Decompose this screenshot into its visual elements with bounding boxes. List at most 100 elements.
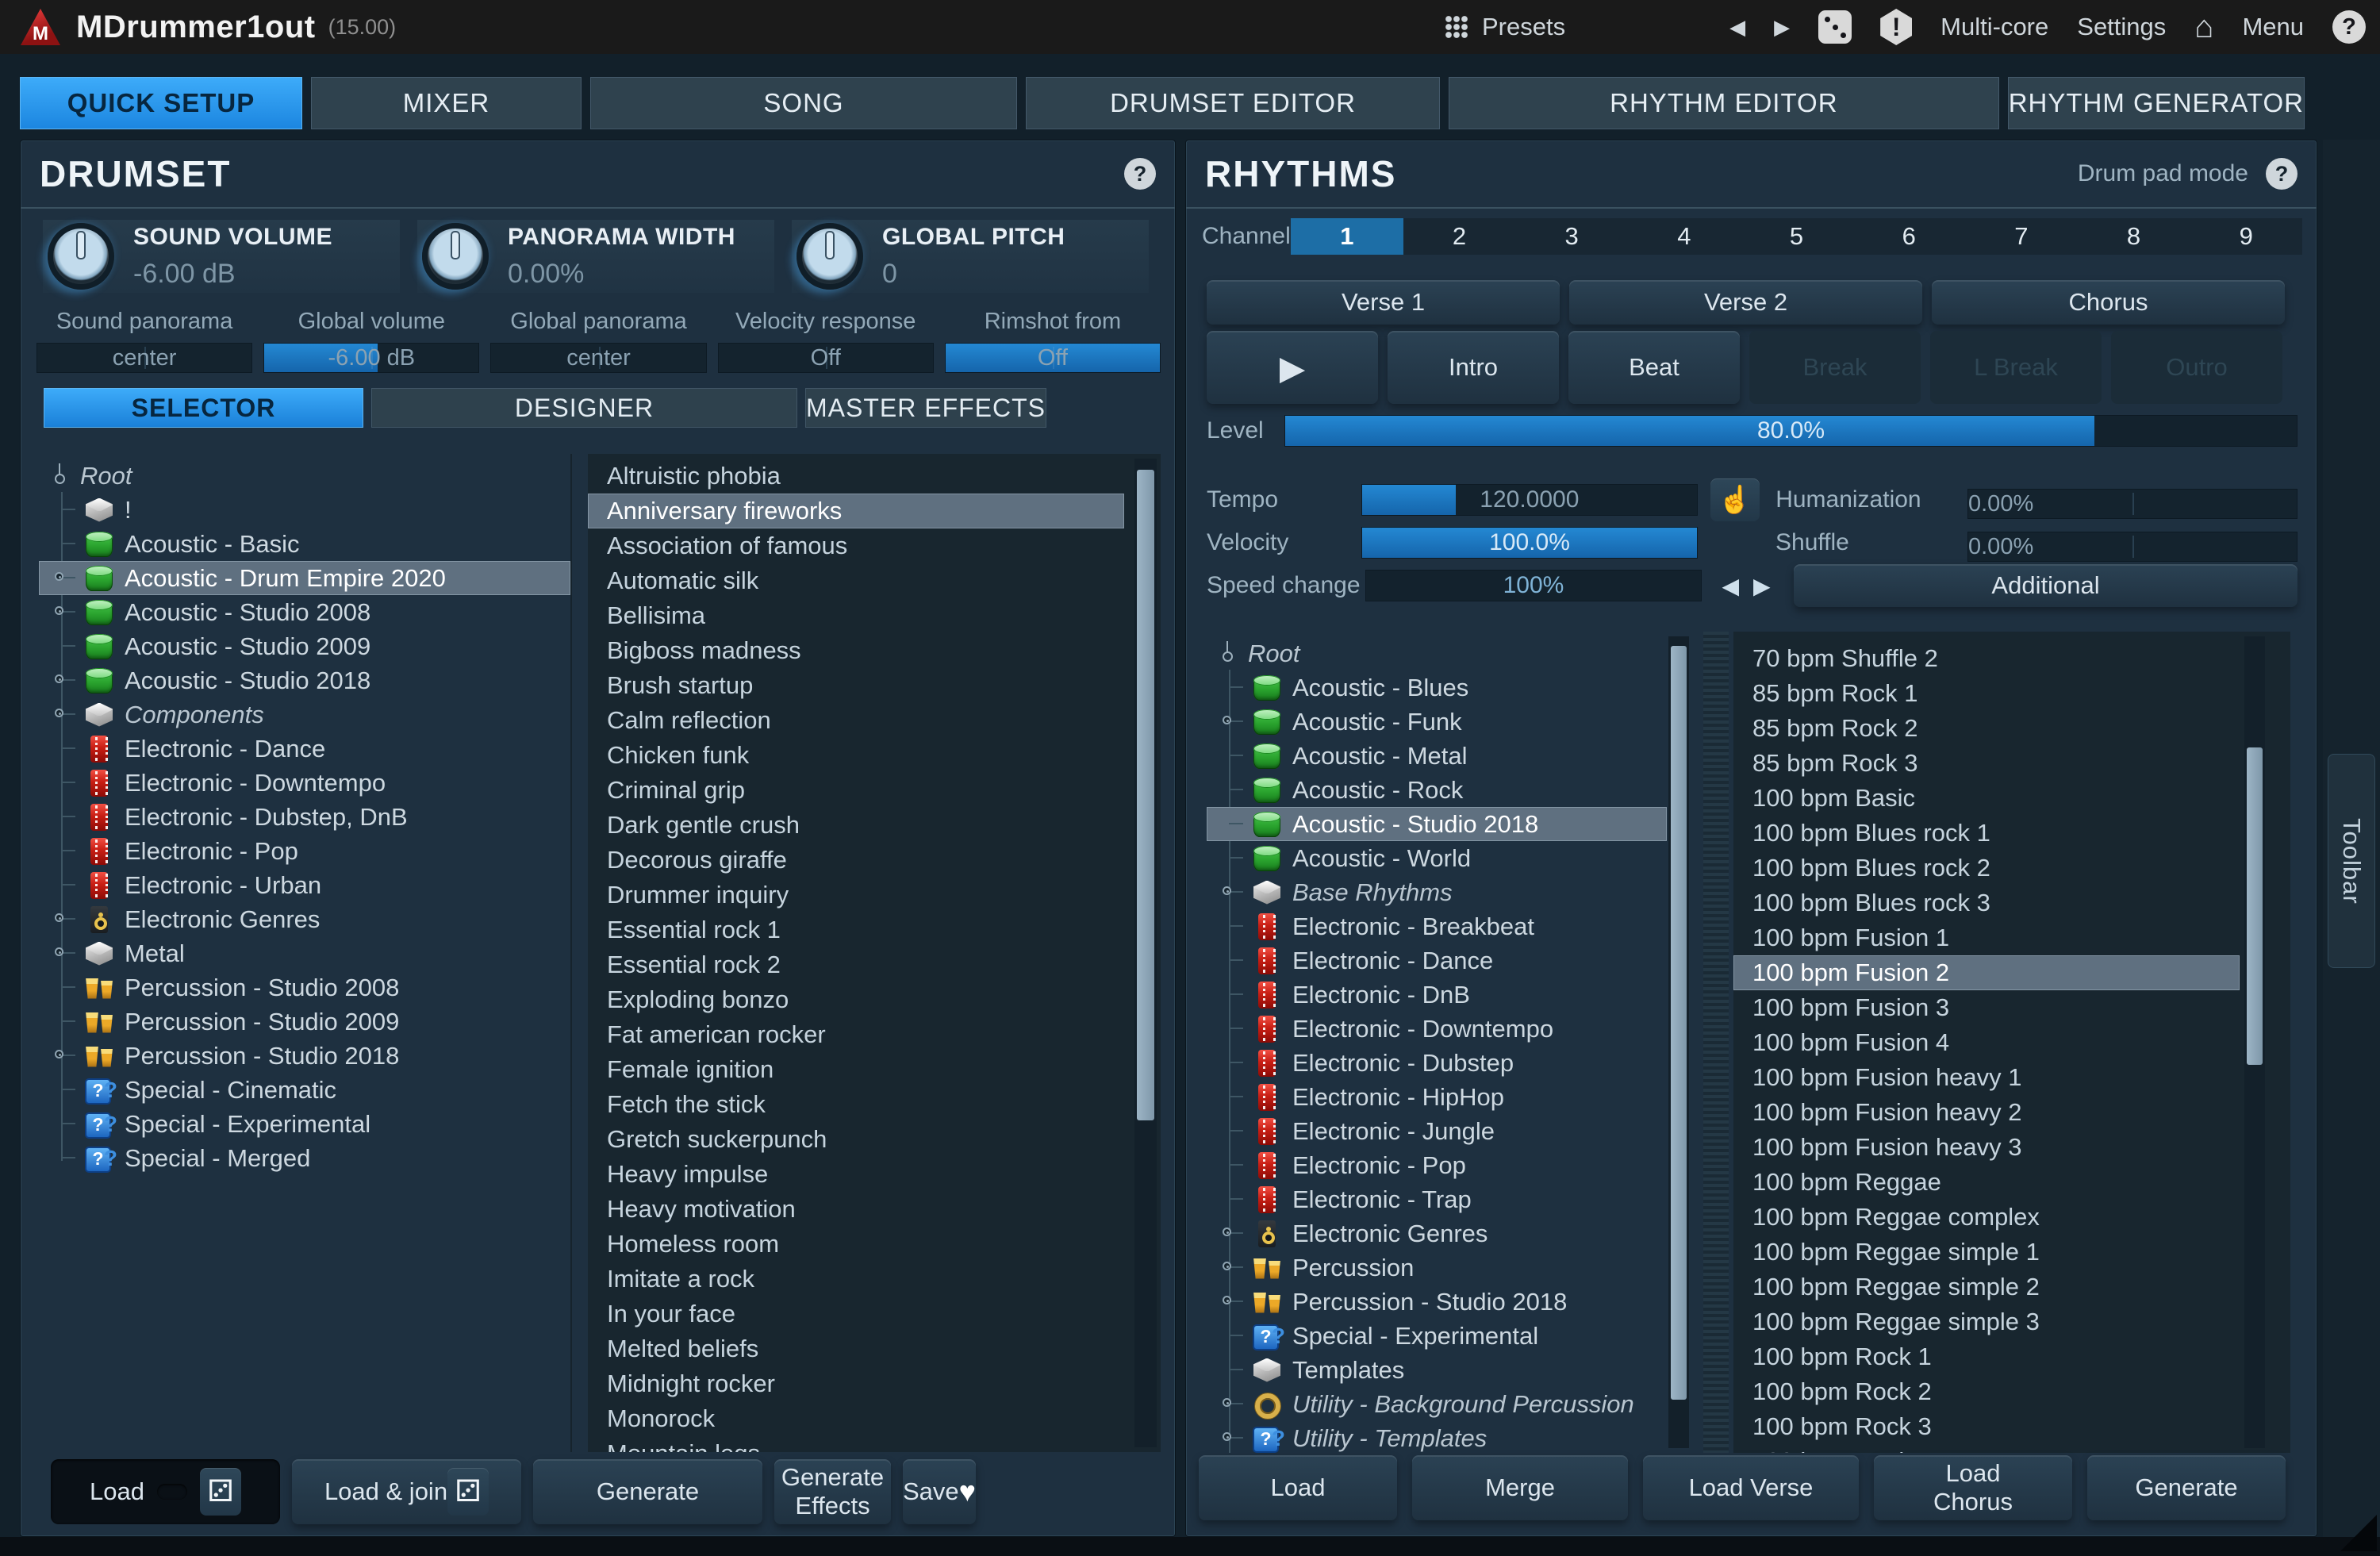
list-item[interactable]: 100 bpm Reggae [1733,1165,2240,1200]
level-slider[interactable]: 80.0% [1284,415,2297,447]
list-item[interactable]: Dark gentle crush [588,808,1124,843]
list-item[interactable]: Melted beliefs [588,1331,1124,1366]
additional-button[interactable]: Additional [1794,564,2297,607]
list-item[interactable]: Female ignition [588,1052,1124,1087]
list-item[interactable]: Fetch the stick [588,1087,1124,1122]
tree-item[interactable]: Acoustic - Blues [1207,670,1667,705]
channel-button[interactable]: 5 [1741,218,1853,255]
tree-item[interactable]: Electronic - Dance [1207,943,1667,978]
scrollbar-thumb[interactable] [2247,747,2263,1065]
expander-icon[interactable] [55,674,63,683]
list-item[interactable]: Criminal grip [588,773,1124,808]
heart-icon[interactable]: ♥ [959,1475,976,1508]
param-field[interactable]: -6.00 dB [263,343,479,373]
list-item[interactable]: 100 bpm Blues rock 3 [1733,886,2240,920]
tree-item[interactable]: Percussion - Studio 2008 [39,970,570,1005]
tree-item[interactable]: Electronic - Pop [1207,1148,1667,1182]
tree-item[interactable]: Acoustic - Studio 2009 [39,629,570,663]
expander-icon[interactable] [1223,1262,1231,1270]
list-item[interactable]: Drummer inquiry [588,878,1124,912]
tab[interactable]: RHYTHM EDITOR [1449,77,1999,129]
tree-item[interactable]: Electronic Genres [39,902,570,936]
knob-control[interactable] [797,223,863,290]
speed-next-button[interactable]: ▶ [1753,573,1771,599]
tree-item[interactable]: Acoustic - Rock [1207,773,1667,807]
part-button[interactable]: Intro [1388,331,1559,404]
list-item[interactable]: 100 bpm Fusion heavy 1 [1733,1060,2240,1095]
list-item[interactable]: 100 bpm Reggae simple 1 [1733,1235,2240,1270]
menu-button[interactable]: Menu [2242,13,2304,41]
list-item[interactable]: Gretch suckerpunch [588,1122,1124,1157]
expander-icon[interactable] [1223,716,1231,724]
part-button[interactable]: Outro [2111,331,2282,404]
list-item[interactable]: Association of famous [588,528,1124,563]
list-item[interactable]: Brush startup [588,668,1124,703]
drum-pad-mode-label[interactable]: Drum pad mode [2078,160,2248,187]
expander-icon[interactable] [1223,1296,1231,1304]
scrollbar-thumb[interactable] [1671,646,1687,1400]
multicore-button[interactable]: Multi-core [1940,13,2048,41]
expander-icon[interactable] [1223,886,1231,895]
action-button[interactable]: Generate [2087,1455,2286,1520]
expander-icon[interactable] [55,947,63,956]
tree-item[interactable]: Acoustic - Studio 2008 [39,595,570,629]
tree-item[interactable]: Acoustic - Studio 2018 [1207,807,1667,841]
toolbar-tab[interactable]: Toolbar [2328,754,2375,968]
tree-item[interactable]: Components [39,697,570,732]
action-button[interactable]: Load & join ⚂ [292,1459,521,1524]
rhythms-help-icon[interactable]: ? [2266,158,2297,190]
action-button[interactable]: Generate Effects [774,1459,891,1524]
action-button[interactable]: Load [1199,1455,1397,1520]
list-item[interactable]: Automatic silk [588,563,1124,598]
tree-item[interactable]: Electronic - HipHop [1207,1080,1667,1114]
tree-item[interactable]: Acoustic - World [1207,841,1667,875]
list-item[interactable]: Monorock [588,1401,1124,1436]
list-item[interactable]: 70 bpm Shuffle 2 [1733,641,2240,676]
presets-menu[interactable]: Presets [1445,13,1565,41]
channel-button[interactable]: 1 [1291,218,1403,255]
tree-item[interactable]: Electronic - Dance [39,732,570,766]
part-button[interactable]: Beat [1568,331,1740,404]
tree-item[interactable]: Root [39,459,570,493]
channel-button[interactable]: 7 [1965,218,2078,255]
list-item[interactable]: 100 bpm Reggae complex [1733,1200,2240,1235]
humanization-field[interactable]: 0.00% [1967,489,2297,519]
channel-button[interactable]: 3 [1515,218,1628,255]
settings-button[interactable]: Settings [2077,13,2166,41]
speed-change-field[interactable]: 100% [1365,570,1702,601]
section-button[interactable]: Chorus [1932,280,2285,325]
list-item[interactable]: 100 bpm Reggae simple 3 [1733,1304,2240,1339]
tree-item[interactable]: Acoustic - Basic [39,527,570,561]
tree-item[interactable]: Utility - Background Percussion [1207,1387,1667,1421]
part-button[interactable]: Break [1749,331,1921,404]
action-button[interactable]: Load ⚂ [51,1459,280,1524]
action-button[interactable]: Merge [1412,1455,1628,1520]
tree-item[interactable]: Special - Experimental [39,1107,570,1141]
list-item[interactable]: 100 bpm Fusion 2 [1733,955,2240,990]
tempo-slider[interactable]: 120.0000 [1361,484,1698,516]
help-icon[interactable]: ? [2332,10,2366,44]
expander-icon[interactable] [55,913,63,922]
subtab[interactable]: MASTER EFFECTS [805,388,1046,428]
tab[interactable]: MIXER [311,77,582,129]
tree-item[interactable]: Acoustic - Drum Empire 2020 [39,561,570,595]
tab[interactable]: DRUMSET EDITOR [1026,77,1440,129]
list-item[interactable]: Anniversary fireworks [588,494,1124,528]
toggle-switch[interactable] [157,1484,187,1500]
list-item[interactable]: 100 bpm Blues rock 2 [1733,851,2240,886]
tree-item[interactable]: Acoustic - Funk [1207,705,1667,739]
section-button[interactable]: Verse 1 [1207,280,1560,325]
dice-icon[interactable]: ⚂ [200,1468,241,1516]
part-button[interactable]: ▶ [1207,331,1378,404]
tree-item[interactable]: Electronic - Pop [39,834,570,868]
tree-item[interactable]: Electronic - Downtempo [1207,1012,1667,1046]
tree-item[interactable]: Electronic - Dubstep, DnB [39,800,570,834]
list-item[interactable]: 85 bpm Rock 2 [1733,711,2240,746]
channel-button[interactable]: 8 [2078,218,2190,255]
tree-item[interactable]: Utility - Templates [1207,1421,1667,1453]
tree-item[interactable]: Metal [39,936,570,970]
subtab[interactable]: DESIGNER [371,388,797,428]
list-item[interactable]: 100 bpm Rock 1 [1733,1339,2240,1374]
section-button[interactable]: Verse 2 [1569,280,1922,325]
list-item[interactable]: Exploding bonzo [588,982,1124,1017]
